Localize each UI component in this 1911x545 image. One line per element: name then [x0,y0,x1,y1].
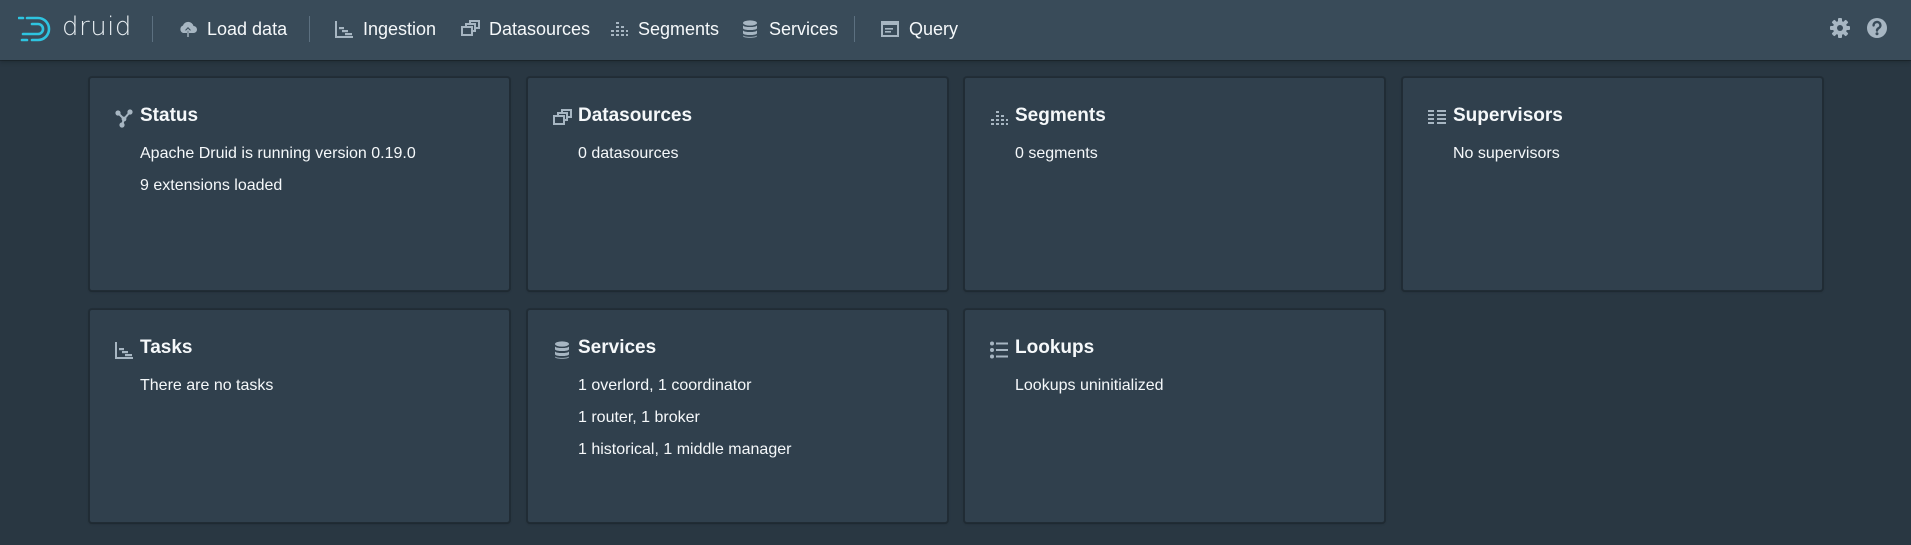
stacked-chart-icon [989,108,1009,128]
gantt-chart-icon [114,340,134,360]
card-supervisors-title: Supervisors [1453,105,1563,126]
datasources-count-text: 0 datasources [578,145,679,162]
list-columns-icon [1427,108,1447,128]
card-lookups-title: Lookups [1015,337,1095,358]
nav-services[interactable]: Services [740,14,838,44]
card-status-title: Status [140,105,199,126]
card-segments-title: Segments [1015,105,1106,126]
gantt-chart-icon [334,19,354,39]
lookups-status-text: Lookups uninitialized [1015,377,1164,394]
nav-query[interactable]: Query [880,14,958,44]
help-icon[interactable] [1866,17,1888,39]
card-tasks-title: Tasks [140,337,193,358]
card-datasources[interactable]: Datasources 0 datasources [527,77,948,291]
card-services[interactable]: Services 1 overlord, 1 coordinator 1 rou… [527,309,948,523]
services-overlord-text: 1 overlord, 1 coordinator [578,377,752,394]
multi-select-icon [460,19,480,39]
card-status[interactable]: Status Apache Druid is running version 0… [89,77,510,291]
nav-load-data[interactable]: Load data [178,14,287,44]
card-datasources-title: Datasources [578,105,693,126]
properties-icon [989,340,1009,360]
cloud-upload-icon [178,19,198,39]
card-segments[interactable]: Segments 0 segments [964,77,1385,291]
settings-cog-icon[interactable] [1829,17,1851,39]
database-icon [552,340,572,360]
top-navbar: druid Load data Ingestion Datasources Se… [0,0,1911,60]
druid-logo-icon [18,16,51,42]
multi-select-icon [552,108,572,128]
nav-datasources-label: Datasources [489,18,591,39]
nav-datasources[interactable]: Datasources [460,14,590,44]
nav-load-data-label: Load data [207,18,288,39]
nav-divider [309,16,310,42]
database-icon [740,19,760,39]
nav-segments[interactable]: Segments [609,14,719,44]
nav-ingestion-label: Ingestion [363,18,437,39]
nav-divider [854,16,855,42]
services-historical-text: 1 historical, 1 middle manager [578,441,792,458]
druid-logo[interactable]: druid [18,11,132,47]
status-extensions-text: 9 extensions loaded [140,177,283,194]
nav-divider [152,16,153,42]
nav-query-label: Query [909,18,959,39]
supervisors-status-text: No supervisors [1453,145,1560,162]
status-version-text: Apache Druid is running version 0.19.0 [140,145,416,162]
card-lookups[interactable]: Lookups Lookups uninitialized [964,309,1385,523]
nav-ingestion[interactable]: Ingestion [334,14,436,44]
nav-segments-label: Segments [638,18,720,39]
logo-text: druid [62,12,132,42]
services-router-text: 1 router, 1 broker [578,409,700,426]
card-supervisors[interactable]: Supervisors No supervisors [1402,77,1823,291]
card-services-title: Services [578,337,657,358]
card-tasks[interactable]: Tasks There are no tasks [89,309,510,523]
tasks-status-text: There are no tasks [140,377,274,394]
nav-services-label: Services [769,18,839,39]
segments-count-text: 0 segments [1015,145,1098,162]
application-icon [880,19,900,39]
stacked-chart-icon [609,19,629,39]
graph-icon [114,108,134,128]
